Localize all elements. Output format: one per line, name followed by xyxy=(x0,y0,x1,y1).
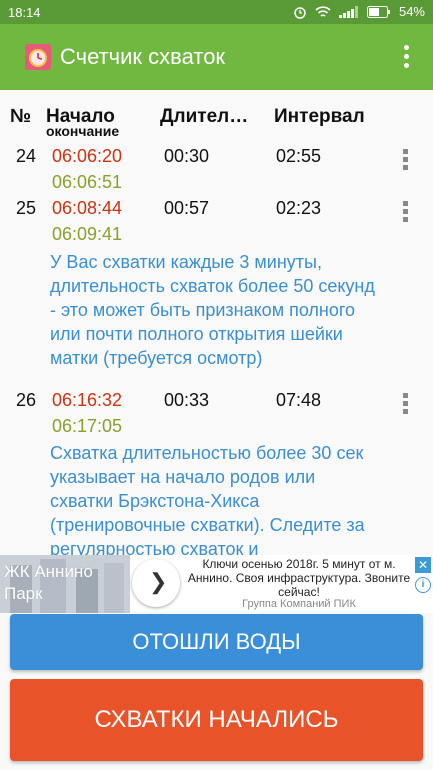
row-menu-icon[interactable] xyxy=(399,201,411,227)
ad-company: Группа Компаний ПИК xyxy=(242,598,356,610)
row-duration: 00:30 xyxy=(164,146,210,166)
row-num: 26 xyxy=(16,390,37,410)
status-icons: 54% xyxy=(293,4,425,19)
contractions-list[interactable]: № Начало окончание Длител… Интервал 24 0… xyxy=(0,90,433,555)
header-interval: Интервал xyxy=(274,106,365,127)
chevron-right-icon: ❯ xyxy=(149,569,168,594)
warning-note: У Вас схватки каждые 3 минуты, длительно… xyxy=(50,252,375,368)
info-note: Схватка длительностью более 30 сек указы… xyxy=(50,443,365,555)
battery-icon xyxy=(366,5,390,18)
ad-brand: ЖК Аннино Парк xyxy=(4,562,93,603)
overflow-menu-icon[interactable] xyxy=(401,42,411,72)
water-broke-button[interactable]: ОТОШЛИ ВОДЫ xyxy=(10,614,423,670)
battery-level: 54% xyxy=(398,4,425,19)
row-end-time: 06:09:41 xyxy=(52,224,123,244)
header-duration: Длител… xyxy=(160,106,249,127)
row-duration: 00:57 xyxy=(164,198,210,218)
row-num: 24 xyxy=(16,146,37,166)
ad-open-button[interactable]: ❯ xyxy=(132,559,180,607)
row-start-time: 06:16:32 xyxy=(52,390,123,410)
row-interval: 07:48 xyxy=(276,390,322,410)
header-num: № xyxy=(10,106,32,127)
contractions-started-button[interactable]: СХВАТКИ НАЧАЛИСЬ xyxy=(10,679,423,761)
ad-text: Ключи осенью 2018г. 5 минут от м. Аннино… xyxy=(187,557,411,599)
row-interval: 02:23 xyxy=(276,198,322,218)
row-interval: 02:55 xyxy=(276,146,322,166)
status-time: 18:14 xyxy=(8,5,41,20)
header-end: окончание xyxy=(46,123,120,139)
app-title: Счетчик схваток xyxy=(60,44,226,69)
alarm-icon xyxy=(294,6,306,19)
ad-banner[interactable]: ЖК Аннино Парк ❯ Ключи осенью 2018г. 5 м… xyxy=(0,555,433,613)
close-icon[interactable]: ✕ xyxy=(415,557,431,573)
wifi-icon xyxy=(315,5,331,17)
status-bar: 18:14 54% xyxy=(0,0,433,24)
row-menu-icon[interactable] xyxy=(399,393,411,419)
row-end-time: 06:06:51 xyxy=(52,172,123,192)
stopwatch-logo-icon xyxy=(25,44,51,70)
info-icon[interactable]: i xyxy=(415,577,431,593)
row-menu-icon[interactable] xyxy=(399,149,411,175)
row-end-time: 06:17:05 xyxy=(52,416,123,436)
row-duration: 00:33 xyxy=(164,390,210,410)
signal-icon xyxy=(338,5,358,18)
row-start-time: 06:06:20 xyxy=(52,146,123,166)
app-bar: Счетчик схваток xyxy=(0,24,433,90)
row-start-time: 06:08:44 xyxy=(52,198,123,218)
row-num: 25 xyxy=(16,198,37,218)
